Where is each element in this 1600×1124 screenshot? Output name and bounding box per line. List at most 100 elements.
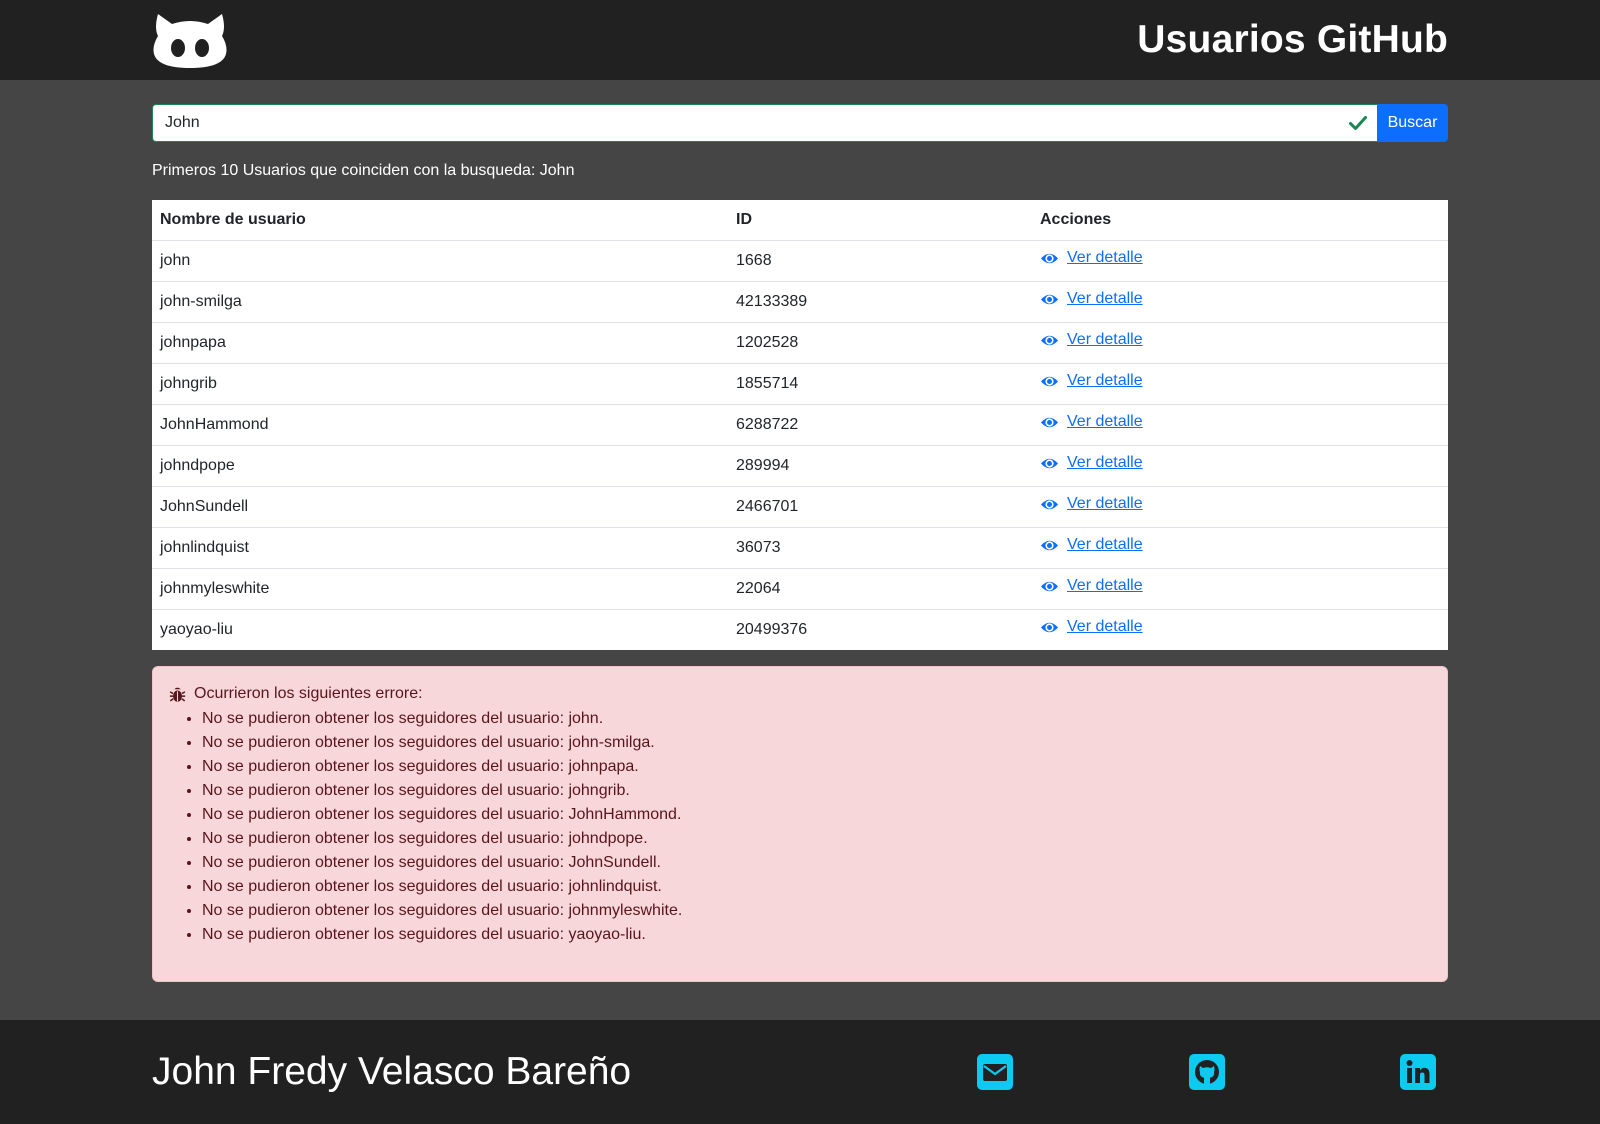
user-id-cell: 1202528 xyxy=(728,321,1032,363)
eye-icon xyxy=(1040,618,1059,637)
actions-cell: Ver detalle xyxy=(1032,567,1448,609)
search-form: Buscar xyxy=(152,104,1448,142)
table-row: yaoyao-liu 20499376 Ver detalle xyxy=(152,608,1448,650)
view-detail-label: Ver detalle xyxy=(1067,577,1143,594)
github-icon[interactable] xyxy=(1189,1054,1225,1090)
username-cell: JohnHammond xyxy=(152,403,728,445)
view-detail-link[interactable]: Ver detalle xyxy=(1040,249,1143,268)
table-row: JohnHammond 6288722 Ver detalle xyxy=(152,403,1448,445)
view-detail-link[interactable]: Ver detalle xyxy=(1040,331,1143,350)
error-list: No se pudieron obtener los seguidores de… xyxy=(169,707,1431,947)
site-footer: John Fredy Velasco Bareño xyxy=(0,1020,1600,1124)
eye-icon xyxy=(1040,454,1059,473)
error-list-item: No se pudieron obtener los seguidores de… xyxy=(202,779,1431,803)
user-id-cell: 22064 xyxy=(728,567,1032,609)
user-id-cell: 1855714 xyxy=(728,362,1032,404)
view-detail-link[interactable]: Ver detalle xyxy=(1040,454,1143,473)
results-caption: Primeros 10 Usuarios que coinciden con l… xyxy=(152,162,575,179)
error-list-item: No se pudieron obtener los seguidores de… xyxy=(202,707,1431,731)
user-id-cell: 42133389 xyxy=(728,280,1032,322)
username-cell: johnlindquist xyxy=(152,526,728,568)
check-icon xyxy=(1349,114,1367,132)
actions-cell: Ver detalle xyxy=(1032,403,1448,445)
user-id-cell: 289994 xyxy=(728,444,1032,486)
eye-icon xyxy=(1040,495,1059,514)
table-row: johngrib 1855714 Ver detalle xyxy=(152,362,1448,404)
error-list-item: No se pudieron obtener los seguidores de… xyxy=(202,875,1431,899)
view-detail-link[interactable]: Ver detalle xyxy=(1040,495,1143,514)
view-detail-link[interactable]: Ver detalle xyxy=(1040,372,1143,391)
view-detail-label: Ver detalle xyxy=(1067,372,1143,389)
view-detail-label: Ver detalle xyxy=(1067,536,1143,553)
actions-cell: Ver detalle xyxy=(1032,444,1448,486)
table-row: johnpapa 1202528 Ver detalle xyxy=(152,321,1448,363)
site-header: Usuarios GitHub xyxy=(0,0,1600,80)
user-id-cell: 2466701 xyxy=(728,485,1032,527)
actions-cell: Ver detalle xyxy=(1032,485,1448,527)
eye-icon xyxy=(1040,372,1059,391)
eye-icon xyxy=(1040,331,1059,350)
table-row: john-smilga 42133389 Ver detalle xyxy=(152,280,1448,322)
github-octocat-icon xyxy=(152,8,230,72)
eye-icon xyxy=(1040,536,1059,555)
linkedin-icon[interactable] xyxy=(1400,1054,1436,1090)
view-detail-label: Ver detalle xyxy=(1067,495,1143,512)
username-cell: johnmyleswhite xyxy=(152,567,728,609)
view-detail-label: Ver detalle xyxy=(1067,290,1143,307)
user-id-cell: 36073 xyxy=(728,526,1032,568)
view-detail-label: Ver detalle xyxy=(1067,618,1143,636)
view-detail-link[interactable]: Ver detalle xyxy=(1040,618,1143,637)
view-detail-label: Ver detalle xyxy=(1067,249,1143,266)
error-list-item: No se pudieron obtener los seguidores de… xyxy=(202,851,1431,875)
view-detail-link[interactable]: Ver detalle xyxy=(1040,536,1143,555)
error-list-item: No se pudieron obtener los seguidores de… xyxy=(202,731,1431,755)
actions-cell: Ver detalle xyxy=(1032,608,1448,650)
view-detail-label: Ver detalle xyxy=(1067,413,1143,430)
mail-icon[interactable] xyxy=(977,1054,1013,1090)
username-cell: john xyxy=(152,239,728,281)
user-id-cell: 1668 xyxy=(728,239,1032,281)
error-alert-header: Ocurrieron los siguientes errore: xyxy=(169,683,1431,705)
search-field-wrapper xyxy=(152,104,1377,142)
view-detail-label: Ver detalle xyxy=(1067,331,1143,348)
error-list-item: No se pudieron obtener los seguidores de… xyxy=(202,827,1431,851)
actions-cell: Ver detalle xyxy=(1032,239,1448,281)
eye-icon xyxy=(1040,249,1059,268)
users-table-body: john 1668 Ver detalle john-smilga 42133389 Ve… xyxy=(152,239,1448,650)
view-detail-link[interactable]: Ver detalle xyxy=(1040,290,1143,309)
author-name: John Fredy Velasco Bareño xyxy=(152,1050,632,1093)
table-row: john 1668 Ver detalle xyxy=(152,239,1448,281)
error-alert-title: Ocurrieron los siguientes errore: xyxy=(194,685,423,702)
users-table: Nombre de usuario ID Acciones john 1668 Ve… xyxy=(152,200,1448,650)
actions-cell: Ver detalle xyxy=(1032,526,1448,568)
error-list-item: No se pudieron obtener los seguidores de… xyxy=(202,923,1431,947)
actions-cell: Ver detalle xyxy=(1032,321,1448,363)
username-cell: johndpope xyxy=(152,444,728,486)
search-button[interactable]: Buscar xyxy=(1377,104,1448,142)
username-cell: johnpapa xyxy=(152,321,728,363)
column-header-username: Nombre de usuario xyxy=(152,200,728,241)
error-list-item: No se pudieron obtener los seguidores de… xyxy=(202,899,1431,923)
view-detail-link[interactable]: Ver detalle xyxy=(1040,577,1143,596)
eye-icon xyxy=(1040,290,1059,309)
column-header-actions: Acciones xyxy=(1032,200,1448,241)
actions-cell: Ver detalle xyxy=(1032,280,1448,322)
actions-cell: Ver detalle xyxy=(1032,362,1448,404)
eye-icon xyxy=(1040,577,1059,596)
table-row: JohnSundell 2466701 Ver detalle xyxy=(152,485,1448,527)
user-id-cell: 20499376 xyxy=(728,608,1032,650)
main-content: Buscar Primeros 10 Usuarios que coincide… xyxy=(152,104,1448,982)
error-list-item: No se pudieron obtener los seguidores de… xyxy=(202,755,1431,779)
table-header-row: Nombre de usuario ID Acciones xyxy=(152,200,1448,241)
table-row: johndpope 289994 Ver detalle xyxy=(152,444,1448,486)
eye-icon xyxy=(1040,413,1059,432)
search-input[interactable] xyxy=(165,114,1349,132)
bug-icon xyxy=(169,686,186,703)
username-cell: johngrib xyxy=(152,362,728,404)
username-cell: yaoyao-liu xyxy=(152,608,728,650)
username-cell: john-smilga xyxy=(152,280,728,322)
table-row: johnmyleswhite 22064 Ver detalle xyxy=(152,567,1448,609)
view-detail-link[interactable]: Ver detalle xyxy=(1040,413,1143,432)
view-detail-label: Ver detalle xyxy=(1067,454,1143,471)
error-alert: Ocurrieron los siguientes errore: No se … xyxy=(152,666,1448,982)
